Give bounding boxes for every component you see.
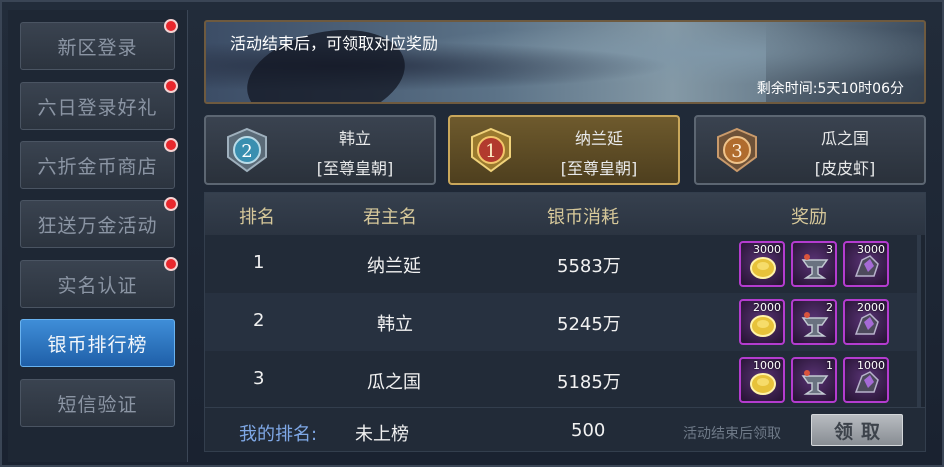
reward-count: 3000 [857, 243, 885, 256]
sidebar-item-gold-giveaway[interactable]: 狂送万金活动 [20, 197, 178, 248]
podium-name: 纳兰延 [574, 129, 623, 148]
anvil-icon [801, 370, 829, 395]
sidebar-item-label: 六折金币商店 [37, 155, 158, 178]
header-rank: 排名 [239, 207, 275, 228]
reward-count: 3 [826, 243, 833, 256]
gold-coin-icon [750, 373, 776, 395]
row-rank: 3 [253, 368, 265, 389]
banner-message: 活动结束后，可领取对应奖励 [230, 34, 439, 53]
podium-card-third: 3 瓜之国 [皮皮虾] [694, 115, 926, 185]
sidebar-item-label: 狂送万金活动 [37, 214, 158, 237]
crystal-ore-icon [854, 255, 879, 277]
sidebar: 新区登录 六日登录好礼 六折金币商店 狂送万金活动 实名认证 银币排行榜 短信验… [8, 10, 188, 462]
rank-1-medal-icon: 1 [471, 127, 511, 173]
rank-3-medal-icon: 3 [717, 127, 757, 173]
countdown-timer: 剩余时间:5天10时06分 [756, 81, 904, 97]
row-lord: 纳兰延 [367, 256, 421, 277]
reward-crystal-ore[interactable]: 1000 [843, 357, 889, 403]
claim-note: 活动结束后领取 [683, 426, 781, 442]
table-scrollbar[interactable] [917, 235, 921, 411]
podium-guild: [至尊皇朝] [560, 159, 638, 178]
reward-crystal-ore[interactable]: 2000 [843, 299, 889, 345]
row-lord: 韩立 [377, 314, 413, 335]
my-rank-label: 我的排名: [239, 424, 318, 445]
my-rank-row: 我的排名: 未上榜 500 活动结束后领取 领取 [205, 407, 925, 451]
reward-anvil[interactable]: 2 [791, 299, 837, 345]
notification-dot [164, 79, 178, 93]
svg-text:3: 3 [731, 141, 742, 162]
row-rank: 1 [253, 252, 265, 273]
podium-guild: [皮皮虾] [814, 159, 876, 178]
header-reward: 奖励 [791, 207, 827, 228]
row-lord: 瓜之国 [367, 372, 421, 393]
reward-anvil[interactable]: 3 [791, 241, 837, 287]
anvil-icon [801, 312, 829, 337]
crystal-ore-icon [854, 313, 879, 335]
row-cost: 5583万 [557, 256, 621, 277]
reward-count: 1 [826, 359, 833, 372]
gold-coin-icon [750, 257, 776, 279]
header-cost: 银币消耗 [547, 207, 619, 228]
header-lord: 君主名 [363, 207, 417, 228]
reward-count: 2000 [753, 301, 781, 314]
notification-dot [164, 19, 178, 33]
podium-card-second: 2 韩立 [至尊皇朝] [204, 115, 436, 185]
ranking-table: 排名 君主名 银币消耗 奖励 1 纳兰延 5583万 3000 3 3000 2… [204, 192, 926, 452]
my-cost-value: 500 [571, 420, 606, 441]
notification-dot [164, 257, 178, 271]
table-row: 1 纳兰延 5583万 3000 3 3000 [205, 235, 921, 293]
notification-dot [164, 138, 178, 152]
sidebar-item-label: 银币排行榜 [47, 333, 148, 356]
claim-button[interactable]: 领取 [811, 414, 903, 446]
podium-name: 瓜之国 [820, 129, 869, 148]
row-cost: 5185万 [557, 372, 621, 393]
svg-text:2: 2 [241, 141, 252, 162]
sidebar-item-gold-shop[interactable]: 六折金币商店 [20, 138, 178, 189]
table-row: 3 瓜之国 5185万 1000 1 1000 [205, 351, 921, 409]
reward-gold-coin[interactable]: 2000 [739, 299, 785, 345]
gold-coin-icon [750, 315, 776, 337]
sidebar-item-label: 六日登录好礼 [37, 96, 158, 119]
sidebar-item-sms-verify[interactable]: 短信验证 [20, 379, 175, 427]
sidebar-item-label: 短信验证 [57, 393, 138, 416]
reward-count: 3000 [753, 243, 781, 256]
anvil-icon [801, 254, 829, 279]
sidebar-item-label: 新区登录 [57, 36, 138, 59]
reward-count: 2 [826, 301, 833, 314]
activity-panel: 新区登录 六日登录好礼 六折金币商店 狂送万金活动 实名认证 银币排行榜 短信验… [0, 0, 944, 467]
reward-count: 2000 [857, 301, 885, 314]
crystal-ore-icon [854, 371, 879, 393]
reward-crystal-ore[interactable]: 3000 [843, 241, 889, 287]
row-cost: 5245万 [557, 314, 621, 335]
table-row: 2 韩立 5245万 2000 2 2000 [205, 293, 921, 351]
table-header: 排名 君主名 银币消耗 奖励 [205, 193, 925, 235]
sidebar-item-label: 实名认证 [57, 274, 138, 297]
rank-2-medal-icon: 2 [227, 127, 267, 173]
sidebar-item-six-day-login[interactable]: 六日登录好礼 [20, 79, 178, 130]
reward-anvil[interactable]: 1 [791, 357, 837, 403]
sidebar-item-new-server-login[interactable]: 新区登录 [20, 19, 178, 70]
claim-button-label: 领取 [833, 420, 888, 443]
reward-gold-coin[interactable]: 3000 [739, 241, 785, 287]
reward-count: 1000 [753, 359, 781, 372]
svg-text:1: 1 [485, 141, 496, 162]
reward-count: 1000 [857, 359, 885, 372]
sidebar-item-real-name-auth[interactable]: 实名认证 [20, 257, 178, 308]
podium-guild: [至尊皇朝] [316, 159, 394, 178]
podium-card-first: 1 纳兰延 [至尊皇朝] [448, 115, 680, 185]
my-rank-value: 未上榜 [355, 424, 409, 445]
event-banner: 活动结束后，可领取对应奖励 剩余时间:5天10时06分 [204, 20, 926, 104]
podium-name: 韩立 [338, 129, 371, 148]
reward-gold-coin[interactable]: 1000 [739, 357, 785, 403]
sidebar-item-silver-ranking[interactable]: 银币排行榜 [20, 319, 175, 367]
notification-dot [164, 197, 178, 211]
row-rank: 2 [253, 310, 265, 331]
